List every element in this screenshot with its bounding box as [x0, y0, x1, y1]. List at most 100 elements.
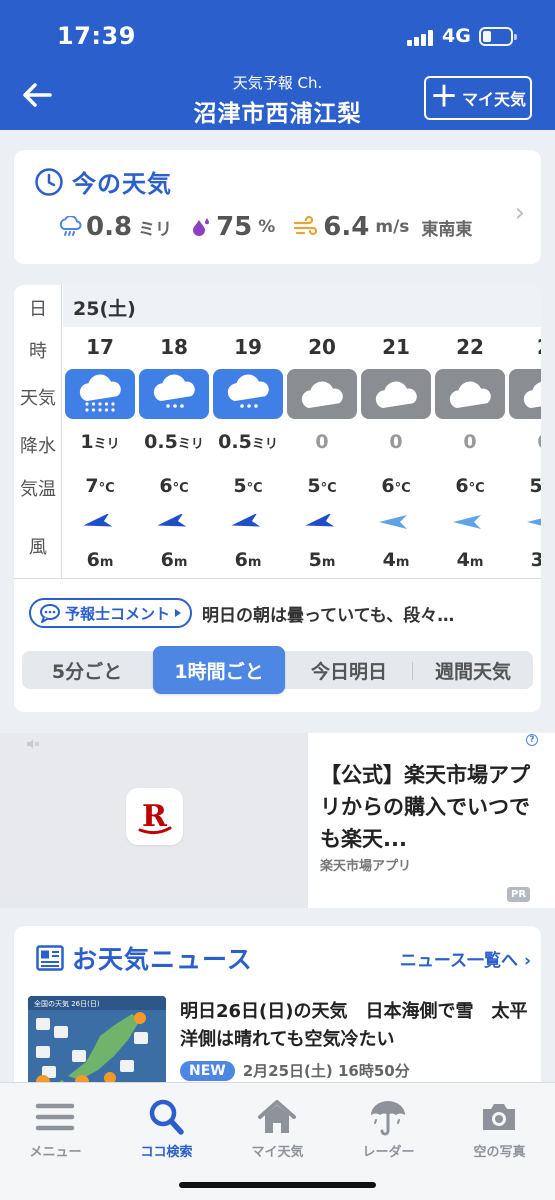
row-label-wind: 風 — [29, 537, 47, 558]
current-precip-unit: ミリ — [138, 219, 173, 240]
hour-label: 20 — [308, 335, 336, 359]
row-label-precip: 降水 — [20, 436, 56, 457]
rain-icon — [139, 369, 209, 419]
news-item-meta: NEW 2月25日(土) 16時50分 — [180, 1060, 410, 1081]
add-my-weather-label: マイ天気 — [462, 90, 527, 109]
forecaster-comment-text[interactable]: 明日の朝は曇っていても、段々… — [202, 601, 454, 626]
news-item-title[interactable]: 明日26日(日)の天気 日本海側で雪 太平洋側は晴れても空気冷たい — [180, 998, 530, 1054]
day-header: 25(土) — [63, 285, 541, 327]
hour-label: 17 — [86, 335, 114, 359]
hour-label: 18 — [160, 335, 188, 359]
hourly-columns[interactable]: 17 1ミリ 7°C 6m 18 0.5ミリ 6°C 6m 19 0.5ミリ 5°C 6m 20 0 5°C… — [63, 327, 541, 578]
cloud-icon — [435, 369, 505, 419]
add-my-weather-button[interactable]: ＋ マイ天気 — [424, 76, 532, 120]
hour-label: 19 — [234, 335, 262, 359]
divider — [14, 578, 541, 579]
cloud-icon — [361, 369, 431, 419]
row-labels: 日 時 天気 降水 気温 風 — [14, 285, 62, 578]
news-list-link[interactable]: ニュース一覧へ › — [400, 946, 531, 971]
tab-weekly[interactable]: 週間天気 — [413, 651, 533, 689]
precip-value: 0 — [463, 431, 477, 453]
tab-sky-photos[interactable]: 空の写真 — [444, 1091, 555, 1161]
news-thumbnail[interactable]: 全国の天気 26日(日) — [28, 996, 166, 1096]
cloud-icon — [287, 369, 357, 419]
current-humidity-unit: % — [258, 217, 276, 237]
news-item-date: 2月25日(土) 16時50分 — [242, 1062, 410, 1080]
status-bar: 17:39 4G — [0, 0, 555, 70]
wind-icon — [294, 216, 318, 236]
triangle-right-icon — [175, 609, 182, 617]
forecaster-comment-button[interactable]: 予報士コメント — [29, 598, 193, 628]
temp-value: 5°C — [233, 475, 263, 497]
ad-info-icon[interactable]: ? — [526, 734, 538, 746]
tab-search-label: ココ検索 — [140, 1145, 193, 1160]
current-wind-unit: m/s — [375, 217, 410, 237]
status-time: 17:39 — [57, 22, 136, 50]
new-badge: NEW — [180, 1060, 235, 1081]
current-wind-value: 6.4 — [323, 212, 370, 242]
plus-icon: ＋ — [429, 79, 458, 113]
day-label: 25(土) — [73, 298, 136, 320]
wind-direction-arrow-icon — [525, 514, 541, 530]
tab-5min[interactable]: 5分ごと — [22, 651, 152, 689]
ad-media[interactable]: R — [0, 733, 308, 908]
news-header: お天気ニュース — [36, 940, 253, 976]
temp-value: 6°C — [455, 475, 485, 497]
wind-direction-arrow-icon — [229, 512, 267, 530]
hour-column: 18 0.5ミリ 6°C 6m — [137, 327, 211, 578]
tab-search[interactable]: ココ検索 — [111, 1091, 222, 1161]
cloud-icon — [509, 369, 541, 419]
tab-sky-photos-label: 空の写真 — [473, 1145, 526, 1160]
camera-icon — [483, 1104, 515, 1130]
speech-bubble-icon — [40, 604, 60, 623]
svg-text:R: R — [142, 799, 168, 834]
precip-value: 0.5ミリ — [144, 431, 204, 453]
current-precip-value: 0.8 — [86, 212, 133, 242]
wind-direction-arrow-icon — [303, 512, 341, 530]
hour-column: 17 1ミリ 7°C 6m — [63, 327, 137, 578]
ad-banner[interactable]: R 【公式】楽天市場アプリからの購入でいつでも楽天... 楽天市場アプリ ? P… — [0, 733, 555, 908]
news-title: お天気ニュース — [72, 945, 253, 974]
app-header: 17:39 4G 天気予報 Ch. 沼津市西浦江梨 ＋ マイ天気 — [0, 0, 555, 130]
tab-menu[interactable]: メニュー — [0, 1091, 111, 1161]
row-label-hour: 時 — [29, 341, 47, 362]
precip-value: 0.5ミリ — [218, 431, 278, 453]
wind-direction-arrow-icon — [451, 514, 489, 530]
current-weather-card[interactable]: 今の天気 0.8 ミリ 75 % 6.4 m/s 東南東 › — [14, 150, 541, 264]
tab-my-weather[interactable]: マイ天気 — [222, 1091, 333, 1161]
wind-direction-arrow-icon — [377, 514, 415, 530]
hour-column: 21 0 6°C 4m — [359, 327, 433, 578]
rain-icon — [213, 369, 283, 419]
precip-value: 1ミリ — [80, 431, 120, 453]
current-humidity-value: 75 — [216, 212, 253, 242]
hour-column: 19 0.5ミリ 5°C 6m — [211, 327, 285, 578]
row-label-temp: 気温 — [20, 479, 56, 500]
temp-value: 5°C — [529, 475, 541, 497]
weather-news-card: お天気ニュース ニュース一覧へ › 全国の天気 26日(日) 明日26日(日)の… — [14, 926, 541, 1096]
wind-direction-arrow-icon — [155, 512, 193, 530]
network-label: 4G — [442, 25, 471, 47]
row-label-day: 日 — [29, 299, 47, 320]
current-wind-direction: 東南東 — [421, 219, 473, 240]
tab-hourly[interactable]: 1時間ごと — [153, 646, 285, 694]
tab-today-tomorrow[interactable]: 今日明日 — [286, 651, 412, 689]
temp-value: 6°C — [381, 475, 411, 497]
clock-icon — [35, 167, 63, 196]
ad-title[interactable]: 【公式】楽天市場アプリからの購入でいつでも楽天... — [320, 759, 535, 855]
wind-speed-value: 6m — [234, 549, 262, 571]
hour-column: 22 0 6°C 4m — [433, 327, 507, 578]
rain-icon — [65, 369, 135, 419]
signal-icon — [407, 30, 435, 46]
humidity-drop-icon — [193, 218, 210, 236]
wind-speed-value: 4m — [382, 549, 410, 571]
rain-cloud-icon — [59, 216, 82, 236]
ad-pr-badge: PR — [507, 887, 531, 902]
svg-text:全国の天気 26日(日): 全国の天気 26日(日) — [34, 999, 100, 1008]
tab-my-weather-label: マイ天気 — [251, 1145, 304, 1160]
wind-direction-arrow-icon — [81, 512, 119, 530]
current-weather-title: 今の天気 — [72, 170, 172, 198]
tab-radar[interactable]: レーダー — [333, 1091, 444, 1161]
radar-umbrella-icon — [371, 1101, 405, 1136]
wind-speed-value: 6m — [86, 549, 114, 571]
hourly-forecast-card: 日 時 天気 降水 気温 風 25(土) 17 1ミリ 7°C 6m 18 0.5ミリ 6°… — [14, 285, 541, 712]
